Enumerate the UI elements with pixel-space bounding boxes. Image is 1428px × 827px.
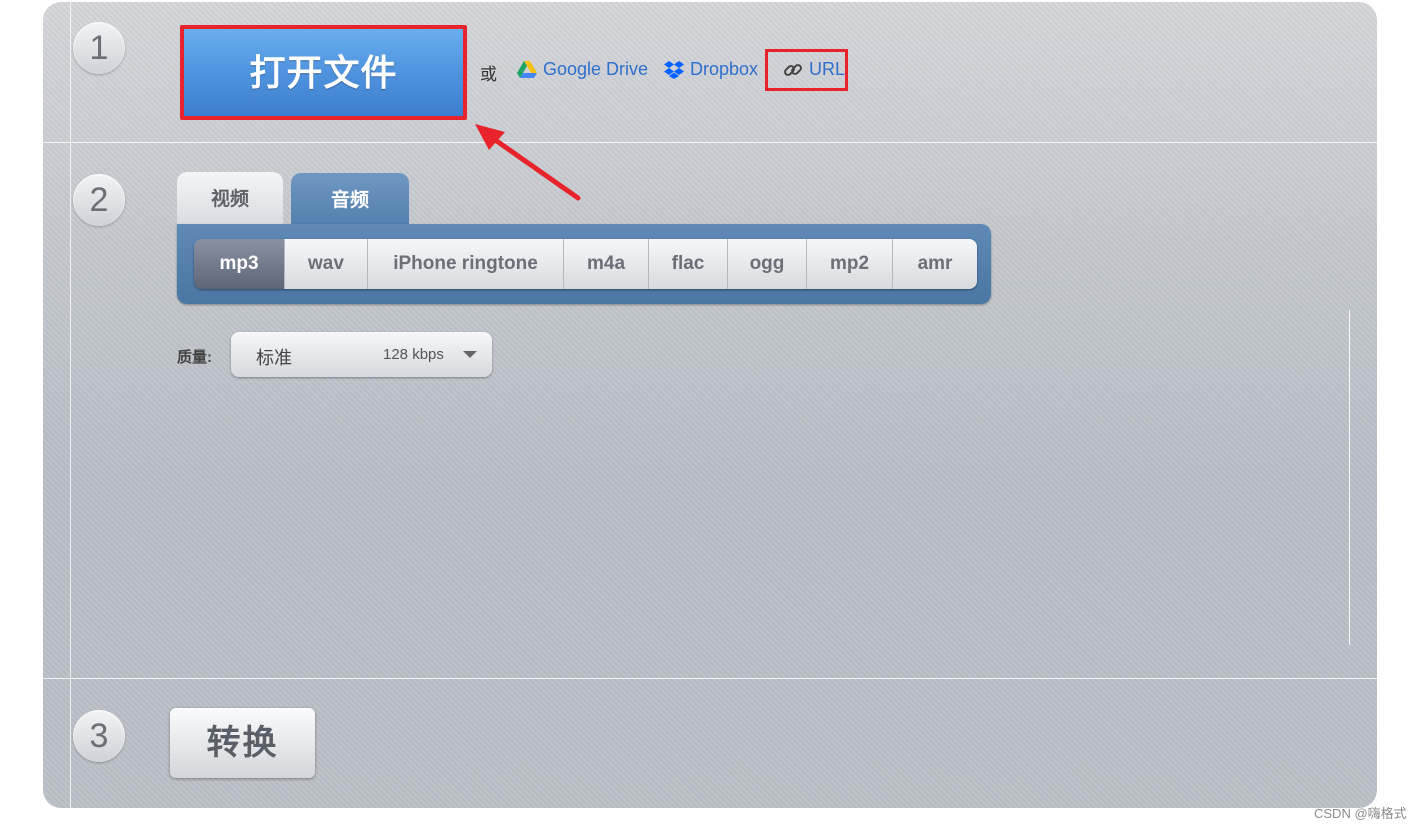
format-amr-button[interactable]: amr <box>893 239 977 289</box>
tab-video[interactable]: 视频 <box>177 172 283 226</box>
link-chain-icon <box>784 63 802 76</box>
dropbox-label: Dropbox <box>690 59 759 79</box>
format-toolbar: mp3 wav iPhone ringtone m4a flac ogg mp2… <box>177 224 991 304</box>
step-number-1: 1 <box>73 22 125 74</box>
converter-panel: 1 2 3 打开文件 或 Google Drive Dropbox URL 视频… <box>43 2 1377 808</box>
dropbox-icon <box>664 60 684 79</box>
step-number-3: 3 <box>73 710 125 762</box>
google-drive-icon <box>517 60 537 78</box>
step-divider-2 <box>43 678 1377 679</box>
format-iphone-ringtone-button[interactable]: iPhone ringtone <box>368 239 564 289</box>
chevron-down-icon <box>463 351 477 358</box>
watermark-text: CSDN @嗨格式 <box>1314 806 1407 821</box>
tab-audio[interactable]: 音频 <box>291 173 409 227</box>
convert-button[interactable]: 转换 <box>170 708 315 778</box>
format-flac-button[interactable]: flac <box>649 239 728 289</box>
left-guide-line <box>70 2 71 808</box>
format-mp2-button[interactable]: mp2 <box>807 239 893 289</box>
format-mp3-button[interactable]: mp3 <box>194 239 285 289</box>
url-label: URL <box>809 59 846 79</box>
step-divider-1 <box>43 142 1377 143</box>
url-link[interactable]: URL <box>775 59 853 80</box>
format-m4a-button[interactable]: m4a <box>564 239 649 289</box>
quality-label: 质量: <box>177 349 212 366</box>
dropbox-link[interactable]: Dropbox <box>664 59 758 80</box>
format-button-group: mp3 wav iPhone ringtone m4a flac ogg mp2… <box>194 239 977 289</box>
google-drive-label: Google Drive <box>543 59 649 79</box>
quality-select[interactable]: 标准 128 kbps <box>231 332 492 377</box>
quality-bitrate: 128 kbps <box>383 346 444 363</box>
or-label: 或 <box>480 65 497 84</box>
open-file-button[interactable]: 打开文件 <box>180 25 467 120</box>
red-arrow-annotation <box>475 124 581 201</box>
quality-value: 标准 <box>256 348 292 368</box>
right-guide-line <box>1349 310 1350 645</box>
format-wav-button[interactable]: wav <box>285 239 368 289</box>
step-number-2: 2 <box>73 174 125 226</box>
format-ogg-button[interactable]: ogg <box>728 239 807 289</box>
google-drive-link[interactable]: Google Drive <box>517 59 648 80</box>
